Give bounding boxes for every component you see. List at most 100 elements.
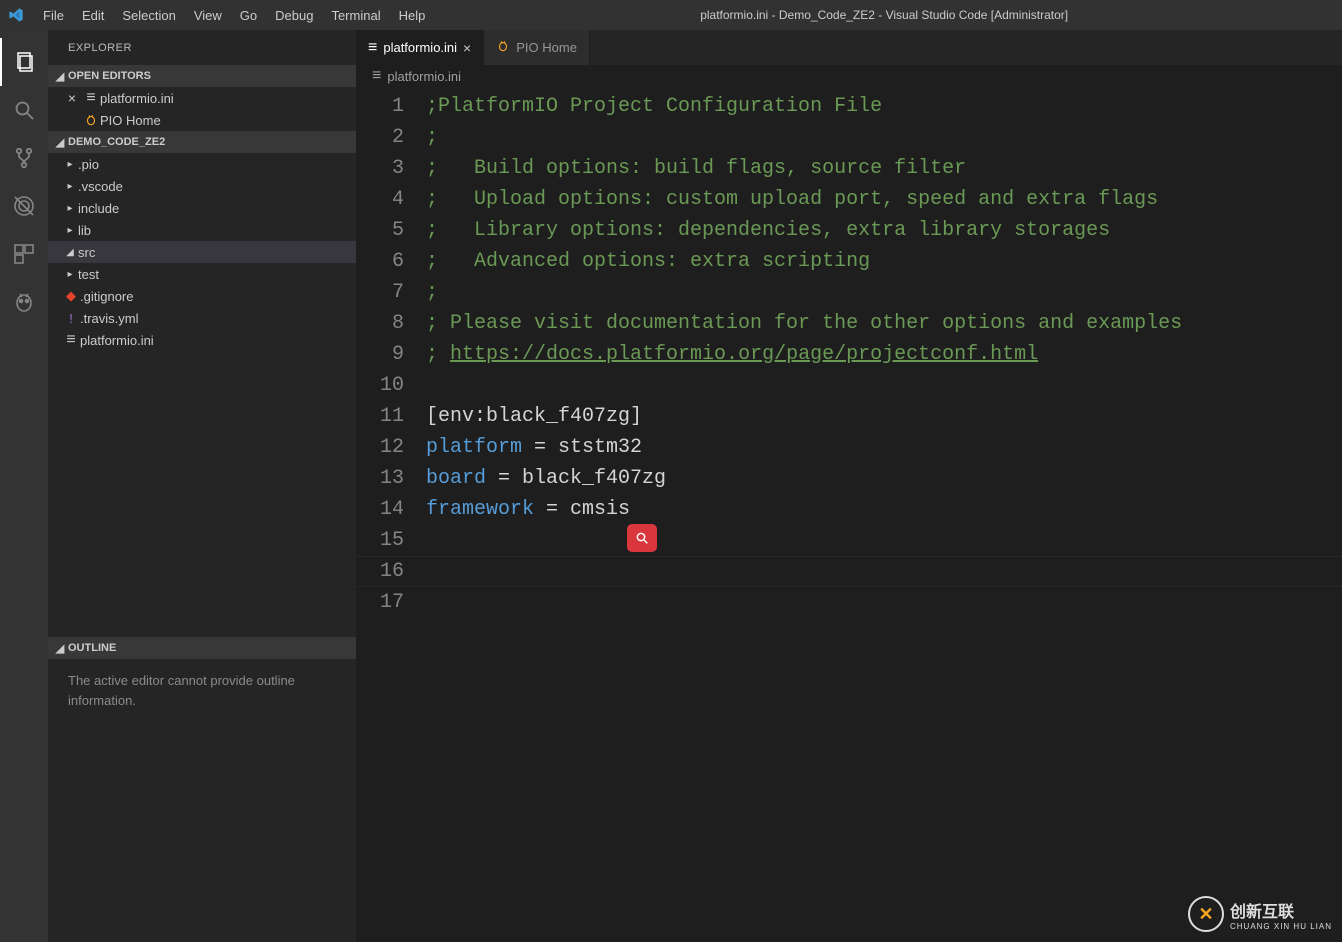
vscode-logo-icon (8, 7, 24, 23)
tree-label: .travis.yml (80, 311, 139, 326)
line-number: 1 (356, 91, 404, 122)
chevron-right-icon: ▸ (62, 225, 78, 236)
outline-label: OUTLINE (68, 642, 116, 654)
code-line[interactable]: ; (426, 122, 1182, 153)
yaml-icon: ! (62, 311, 80, 326)
file-travis[interactable]: !.travis.yml (48, 307, 356, 329)
watermark-sub: CHUANG XIN HU LIAN (1230, 922, 1332, 931)
open-editor-platformio[interactable]: × ≡ platformio.ini (48, 87, 356, 109)
menu-terminal[interactable]: Terminal (322, 4, 389, 27)
git-icon: ◆ (62, 288, 80, 304)
folder-test[interactable]: ▸test (48, 263, 356, 285)
breadcrumbs[interactable]: ≡ platformio.ini (356, 65, 1342, 87)
line-number: 8 (356, 308, 404, 339)
menu-file[interactable]: File (34, 4, 73, 27)
editor-area: ≡ platformio.ini × PIO Home ≡ platformio… (356, 30, 1342, 942)
tab-platformio[interactable]: ≡ platformio.ini × (356, 30, 484, 65)
tree-label: .gitignore (80, 289, 133, 304)
line-number: 10 (356, 370, 404, 401)
extensions-activity-icon[interactable] (0, 230, 48, 278)
code-line[interactable]: platform = ststm32 (426, 432, 1182, 463)
code-content[interactable]: ;PlatformIO Project Configuration File;;… (426, 91, 1182, 618)
chevron-right-icon: ▸ (62, 159, 78, 170)
platformio-activity-icon[interactable] (0, 278, 48, 326)
line-number: 17 (356, 587, 404, 618)
debug-activity-icon[interactable] (0, 182, 48, 230)
code-line[interactable]: framework = cmsis (426, 494, 1182, 525)
code-editor[interactable]: 1234567891011121314151617 ;PlatformIO Pr… (356, 87, 1342, 618)
tab-piohome[interactable]: PIO Home (484, 30, 590, 65)
line-number: 12 (356, 432, 404, 463)
search-activity-icon[interactable] (0, 86, 48, 134)
close-icon[interactable]: × (62, 90, 82, 106)
code-line[interactable]: ; Advanced options: extra scripting (426, 246, 1182, 277)
pio-icon (496, 39, 510, 56)
file-platformio-ini[interactable]: ≡platformio.ini (48, 329, 356, 351)
menu-selection[interactable]: Selection (113, 4, 184, 27)
project-header[interactable]: ◢ DEMO_CODE_ZE2 (48, 131, 356, 153)
code-line[interactable]: ; Build options: build flags, source fil… (426, 153, 1182, 184)
title-bar: File Edit Selection View Go Debug Termin… (0, 0, 1342, 30)
code-line[interactable]: [env:black_f407zg] (426, 401, 1182, 432)
code-line[interactable]: ;PlatformIO Project Configuration File (426, 91, 1182, 122)
folder-src[interactable]: ◢src (48, 241, 356, 263)
menu-view[interactable]: View (185, 4, 231, 27)
folder-pio[interactable]: ▸.pio (48, 153, 356, 175)
menu-bar: File Edit Selection View Go Debug Termin… (34, 4, 434, 27)
code-line[interactable] (426, 556, 1182, 587)
code-line[interactable] (426, 370, 1182, 401)
code-line[interactable] (426, 525, 1182, 556)
close-icon[interactable]: × (463, 40, 471, 56)
chevron-down-icon: ◢ (62, 247, 78, 258)
spacer-icon (62, 112, 82, 128)
open-editors-header[interactable]: ◢ OPEN EDITORS (48, 65, 356, 87)
line-number: 4 (356, 184, 404, 215)
settings-icon: ≡ (368, 39, 377, 57)
folder-lib[interactable]: ▸lib (48, 219, 356, 241)
chevron-down-icon: ◢ (52, 70, 68, 83)
code-line[interactable]: ; (426, 277, 1182, 308)
code-line[interactable] (426, 587, 1182, 618)
breadcrumb-label: platformio.ini (387, 69, 461, 84)
chevron-right-icon: ▸ (62, 203, 78, 214)
source-control-activity-icon[interactable] (0, 134, 48, 182)
line-number: 3 (356, 153, 404, 184)
open-editors-list: × ≡ platformio.ini PIO Home (48, 87, 356, 131)
open-editor-piohome[interactable]: PIO Home (48, 109, 356, 131)
code-line[interactable]: ; Upload options: custom upload port, sp… (426, 184, 1182, 215)
code-line[interactable]: ; https://docs.platformio.org/page/proje… (426, 339, 1182, 370)
search-bubble-icon[interactable] (627, 524, 657, 552)
code-line[interactable]: ; Library options: dependencies, extra l… (426, 215, 1182, 246)
file-gitignore[interactable]: ◆.gitignore (48, 285, 356, 307)
file-tree: ▸.pio ▸.vscode ▸include ▸lib ◢src ▸test … (48, 153, 356, 351)
open-editors-label: OPEN EDITORS (68, 70, 151, 82)
tab-label: PIO Home (516, 40, 577, 55)
activity-bar (0, 30, 48, 942)
line-number: 7 (356, 277, 404, 308)
menu-debug[interactable]: Debug (266, 4, 322, 27)
explorer-activity-icon[interactable] (0, 38, 48, 86)
line-number: 5 (356, 215, 404, 246)
folder-vscode[interactable]: ▸.vscode (48, 175, 356, 197)
sidebar-title: EXPLORER (48, 30, 356, 65)
line-number: 15 (356, 525, 404, 556)
outline-header[interactable]: ◢ OUTLINE (48, 637, 356, 659)
tree-label: test (78, 267, 99, 282)
explorer-sidebar: EXPLORER ◢ OPEN EDITORS × ≡ platformio.i… (48, 30, 356, 942)
tree-label: include (78, 201, 119, 216)
watermark-brand: 创新互联 (1230, 898, 1332, 922)
menu-help[interactable]: Help (390, 4, 435, 27)
menu-edit[interactable]: Edit (73, 4, 113, 27)
line-number-gutter: 1234567891011121314151617 (356, 91, 426, 618)
chevron-right-icon: ▸ (62, 269, 78, 280)
folder-include[interactable]: ▸include (48, 197, 356, 219)
line-number: 2 (356, 122, 404, 153)
line-number: 14 (356, 494, 404, 525)
chevron-down-icon: ◢ (52, 136, 68, 149)
open-editor-label: PIO Home (100, 113, 161, 128)
watermark-icon: ✕ (1188, 896, 1224, 932)
code-line[interactable]: ; Please visit documentation for the oth… (426, 308, 1182, 339)
code-line[interactable]: board = black_f407zg (426, 463, 1182, 494)
tree-label: lib (78, 223, 91, 238)
menu-go[interactable]: Go (231, 4, 266, 27)
